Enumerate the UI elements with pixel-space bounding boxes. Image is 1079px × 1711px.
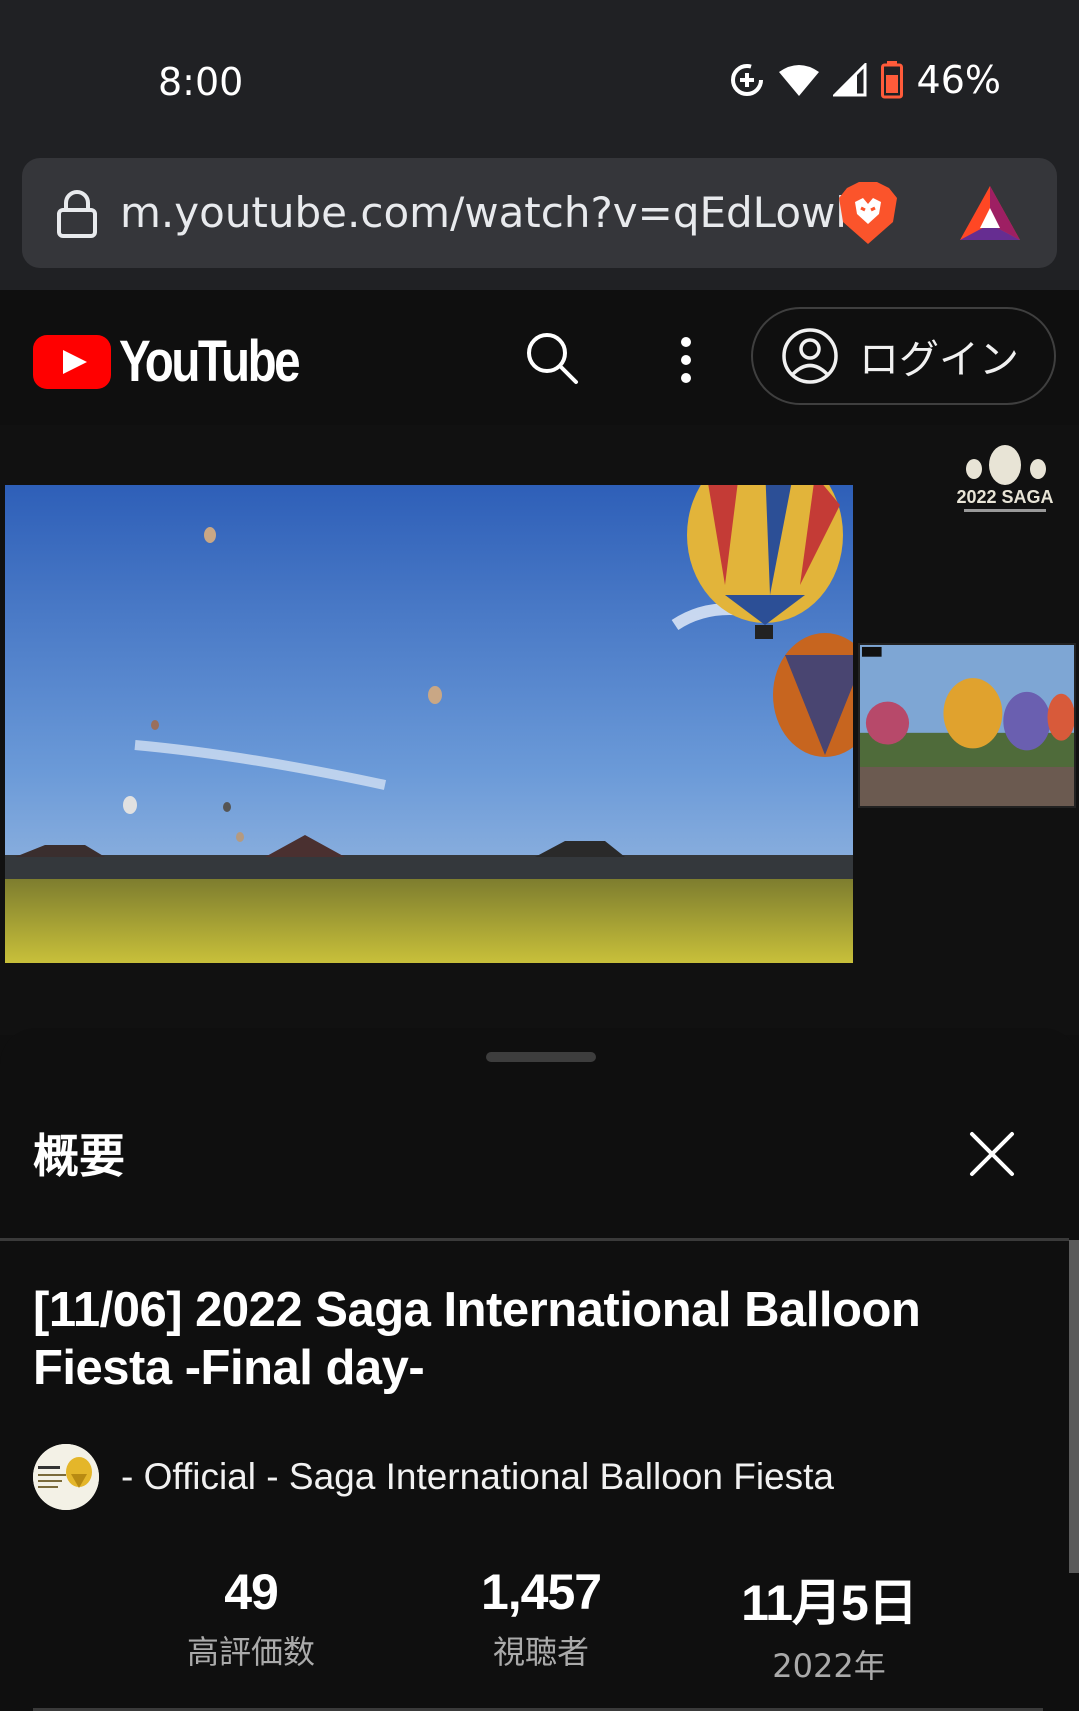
signal-icon xyxy=(832,63,867,97)
stat-likes-label: 高評価数 xyxy=(186,1633,315,1671)
lock-icon[interactable] xyxy=(56,190,98,238)
brave-shield-icon[interactable] xyxy=(837,180,899,246)
video-frame-balloons[interactable] xyxy=(5,485,853,963)
login-label: ログイン xyxy=(859,337,1019,383)
stat-viewers-label: 視聴者 xyxy=(492,1633,589,1671)
video-stats: 49 高評価数 1,457 視聴者 11月5日 2022年 xyxy=(0,1563,1079,1685)
stat-likes-value: 49 xyxy=(224,1564,279,1620)
status-icons: 46% xyxy=(729,58,1001,102)
youtube-header: YouTube ログイン xyxy=(0,290,1079,425)
stat-viewers-value: 1,457 xyxy=(480,1564,602,1620)
stat-likes: 49 高評価数 xyxy=(121,1563,381,1673)
stat-date-label: 2022年 xyxy=(772,1647,886,1685)
video-inset-launch-field xyxy=(858,643,1076,808)
more-vert-icon[interactable] xyxy=(666,330,706,390)
url-text[interactable]: m.youtube.com/watch?v=qEdLowh xyxy=(120,188,862,237)
stat-viewers: 1,457 視聴者 xyxy=(411,1563,671,1673)
battery-icon xyxy=(880,61,903,99)
panel-heading: 概要 xyxy=(33,1129,125,1183)
description-panel: 概要 [11/06] 2022 Saga International Ballo… xyxy=(0,1028,1079,1711)
svg-text:2022 SAGA: 2022 SAGA xyxy=(956,487,1053,507)
bat-rewards-icon[interactable] xyxy=(958,184,1022,242)
stat-date-value: 11月5日 xyxy=(741,1575,918,1631)
status-time: 8:00 xyxy=(158,60,244,104)
status-bar: 8:00 46% xyxy=(0,0,1079,150)
youtube-logo-icon xyxy=(33,334,111,389)
data-saver-icon xyxy=(730,64,763,96)
browser-toolbar: m.youtube.com/watch?v=qEdLowh xyxy=(0,150,1079,290)
battery-percent: 46% xyxy=(916,58,1001,102)
youtube-logo[interactable]: YouTube xyxy=(33,328,337,395)
wifi-icon xyxy=(778,65,819,96)
url-bar[interactable]: m.youtube.com/watch?v=qEdLowh xyxy=(22,158,1057,268)
video-player[interactable]: 2022 SAGA xyxy=(0,425,1079,1035)
channel-avatar[interactable] xyxy=(33,1444,99,1510)
scrollbar-thumb[interactable] xyxy=(1069,1240,1079,1573)
youtube-wordmark: YouTube xyxy=(119,329,301,394)
close-icon[interactable] xyxy=(962,1124,1022,1184)
panel-divider xyxy=(0,1238,1069,1241)
channel-row[interactable]: - Official - Saga International Balloon … xyxy=(33,1443,834,1511)
channel-name[interactable]: - Official - Saga International Balloon … xyxy=(121,1456,834,1498)
stat-date: 11月5日 2022年 xyxy=(699,1563,959,1687)
video-title: [11/06] 2022 Saga International Balloon … xyxy=(33,1283,921,1395)
saga-balloon-fiesta-logo: 2022 SAGA xyxy=(956,445,1054,512)
login-button[interactable]: ログイン xyxy=(751,307,1056,405)
account-circle-icon xyxy=(782,328,838,384)
saga-channel-logo-icon xyxy=(33,1444,99,1510)
drag-handle[interactable] xyxy=(486,1052,596,1062)
search-icon[interactable] xyxy=(522,328,582,388)
